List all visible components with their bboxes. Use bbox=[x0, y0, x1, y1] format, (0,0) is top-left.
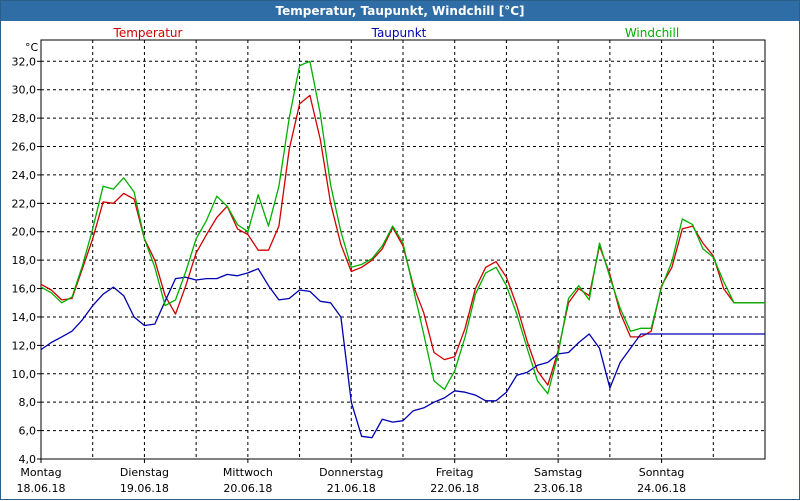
y-tick-label: 26,0 bbox=[12, 141, 37, 154]
chart-svg: 4,0 6,0 8,0 10,0 12,0 14,0 16,0 18,0 20,0 22,0 24,… bbox=[12, 26, 766, 495]
x-tick-label-day: Samstag bbox=[534, 466, 582, 479]
x-tick-label-day: Sonntag bbox=[639, 466, 685, 479]
legend-label-windchill: Windchill bbox=[625, 26, 679, 40]
y-tick-label: 8,0 bbox=[19, 396, 37, 409]
chart-window: Temperatur, Taupunkt, Windchill [°C] 4,0… bbox=[0, 0, 800, 500]
y-axis: 4,0 6,0 8,0 10,0 12,0 14,0 16,0 18,0 20,0 22,0 24,… bbox=[12, 55, 41, 466]
y-tick-label: 4,0 bbox=[19, 453, 37, 466]
y-tick-label: 14,0 bbox=[12, 311, 37, 324]
y-tick-label: 28,0 bbox=[12, 112, 37, 125]
legend-label-temperatur: Temperatur bbox=[113, 26, 183, 40]
x-tick-label-day: Mittwoch bbox=[223, 466, 273, 479]
x-tick-label-day: Freitag bbox=[436, 466, 474, 479]
y-tick-label: 24,0 bbox=[12, 169, 37, 182]
y-tick-label: 30,0 bbox=[12, 84, 37, 97]
y-tick-label: 12,0 bbox=[12, 339, 37, 352]
x-tick-label-day: Dienstag bbox=[120, 466, 169, 479]
x-tick-label-day: Donnerstag bbox=[319, 466, 383, 479]
x-tick-label-date: 18.06.18 bbox=[17, 482, 66, 495]
x-tick-label-date: 24.06.18 bbox=[637, 482, 686, 495]
y-tick-label: 6,0 bbox=[19, 425, 37, 438]
x-tick-label-date: 21.06.18 bbox=[327, 482, 376, 495]
x-tick-label-date: 20.06.18 bbox=[223, 482, 272, 495]
y-tick-label: 22,0 bbox=[12, 197, 37, 210]
x-tick-label-day: Montag bbox=[20, 466, 61, 479]
x-tick-label-date: 22.06.18 bbox=[430, 482, 479, 495]
x-tick-label-date: 19.06.18 bbox=[120, 482, 169, 495]
y-tick-label: 20,0 bbox=[12, 226, 37, 239]
x-tick-label-date: 23.06.18 bbox=[534, 482, 583, 495]
legend-label-taupunkt: Taupunkt bbox=[371, 26, 427, 40]
y-tick-label: 18,0 bbox=[12, 254, 37, 267]
y-tick-label: 10,0 bbox=[12, 368, 37, 381]
y-axis-unit-label: °C bbox=[25, 41, 39, 54]
y-tick-label: 32,0 bbox=[12, 55, 37, 68]
legend: Temperatur Taupunkt Windchill bbox=[113, 26, 680, 40]
x-axis: Montag 18.06.18 Dienstag 19.06.18 Mittwoch 20… bbox=[17, 459, 686, 495]
y-tick-label: 16,0 bbox=[12, 283, 37, 296]
